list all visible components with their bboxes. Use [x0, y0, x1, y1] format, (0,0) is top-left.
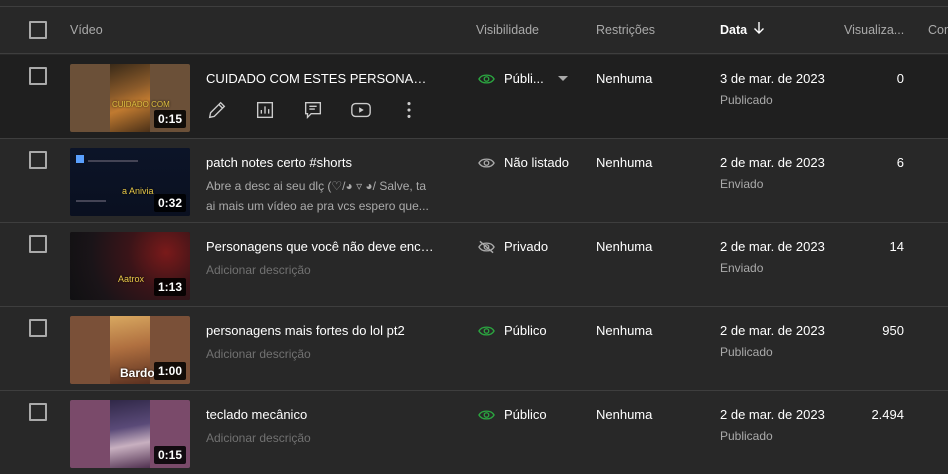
- column-header-date[interactable]: Data: [720, 7, 765, 53]
- video-thumbnail[interactable]: a Anivia 0:32: [70, 148, 190, 216]
- views-count: 6: [896, 155, 904, 170]
- column-header-video: Vídeo: [70, 23, 103, 37]
- sort-down-arrow-icon: [753, 8, 765, 54]
- publish-status: Enviado: [720, 261, 764, 275]
- video-duration: 1:13: [153, 278, 186, 296]
- edit-pencil-icon[interactable]: [206, 98, 254, 122]
- row-checkbox[interactable]: [29, 403, 47, 421]
- column-header-comments[interactable]: Com: [928, 7, 948, 53]
- table-row[interactable]: CUIDADO COM 0:15 CUIDADO COM ESTES PERSO…: [0, 55, 948, 139]
- restrictions-value: Nenhuma: [596, 155, 653, 170]
- date-value: 2 de mar. de 2023: [720, 323, 825, 338]
- add-description-placeholder[interactable]: Adicionar descrição: [206, 344, 436, 364]
- select-all-checkbox[interactable]: [29, 21, 47, 39]
- video-thumbnail[interactable]: Aatrox 1:13: [70, 232, 190, 300]
- add-description-placeholder[interactable]: Adicionar descrição: [206, 260, 436, 280]
- visibility-label: Privado: [504, 239, 549, 254]
- visibility-status[interactable]: Não listado: [478, 154, 569, 172]
- views-count: 0: [896, 71, 904, 86]
- date-value: 2 de mar. de 2023: [720, 239, 825, 254]
- publish-status: Publicado: [720, 93, 773, 107]
- row-checkbox[interactable]: [29, 151, 47, 169]
- analytics-icon[interactable]: [254, 98, 302, 122]
- patch-logo-icon: [76, 155, 84, 163]
- visibility-label: Público: [504, 407, 547, 422]
- video-duration: 0:15: [153, 110, 186, 128]
- column-header-views[interactable]: Visualiza...: [844, 7, 904, 53]
- views-count: 14: [889, 239, 904, 254]
- restrictions-value: Nenhuma: [596, 239, 653, 254]
- column-header-date-label: Data: [720, 23, 748, 37]
- row-checkbox[interactable]: [29, 67, 47, 85]
- restrictions-value: Nenhuma: [596, 407, 653, 422]
- visibility-label: Públi...: [504, 71, 544, 86]
- date-value: 2 de mar. de 2023: [720, 155, 825, 170]
- views-count: 2.494: [871, 407, 904, 422]
- eye-icon: [478, 410, 495, 420]
- video-thumbnail[interactable]: CUIDADO COM 0:15: [70, 64, 190, 132]
- views-count: 950: [882, 323, 904, 338]
- column-header-visibility[interactable]: Visibilidade: [476, 7, 539, 53]
- video-duration: 1:00: [153, 362, 186, 380]
- restrictions-value: Nenhuma: [596, 71, 653, 86]
- publish-status: Publicado: [720, 429, 773, 443]
- visibility-status[interactable]: Privado: [478, 238, 548, 256]
- video-title[interactable]: patch notes certo #shorts: [206, 154, 436, 172]
- visibility-dropdown[interactable]: Públi...: [478, 70, 577, 88]
- chevron-down-icon: [557, 76, 568, 81]
- restrictions-value: Nenhuma: [596, 323, 653, 338]
- eye-off-icon: [478, 240, 495, 254]
- visibility-label: Não listado: [504, 155, 570, 170]
- column-header-restrictions[interactable]: Restrições: [596, 7, 655, 53]
- publish-status: Publicado: [720, 345, 773, 359]
- eye-icon: [478, 326, 495, 336]
- video-title[interactable]: CUIDADO COM ESTES PERSONAGENS...: [206, 70, 436, 88]
- table-row[interactable]: a Anivia 0:32 patch notes certo #shorts …: [0, 139, 948, 223]
- row-checkbox[interactable]: [29, 319, 47, 337]
- eye-icon: [478, 158, 495, 168]
- table-row[interactable]: 0:15 teclado mecânico Adicionar descriçã…: [0, 391, 948, 474]
- video-title[interactable]: personagens mais fortes do lol pt2: [206, 322, 436, 340]
- date-value: 2 de mar. de 2023: [720, 407, 825, 422]
- video-thumbnail[interactable]: 0:15: [70, 400, 190, 468]
- table-row[interactable]: Bardo 1:00 personagens mais fortes do lo…: [0, 307, 948, 391]
- row-checkbox[interactable]: [29, 235, 47, 253]
- add-description-placeholder[interactable]: Adicionar descrição: [206, 428, 436, 448]
- date-value: 3 de mar. de 2023: [720, 71, 825, 86]
- visibility-status[interactable]: Público: [478, 406, 547, 424]
- youtube-play-icon[interactable]: [350, 98, 398, 122]
- video-title[interactable]: teclado mecânico: [206, 406, 436, 424]
- table-header: Vídeo Visibilidade Restrições Data Visua…: [0, 7, 948, 54]
- video-thumbnail[interactable]: Bardo 1:00: [70, 316, 190, 384]
- visibility-label: Público: [504, 323, 547, 338]
- row-actions: [206, 98, 446, 122]
- eye-icon: [478, 74, 495, 84]
- more-options-icon[interactable]: [398, 98, 446, 122]
- video-description: Abre a desc ai seu dlç (♡/◕ ▿ ◕/ Salve, …: [206, 179, 429, 213]
- video-duration: 0:32: [153, 194, 186, 212]
- video-title[interactable]: Personagens que você não deve enco...: [206, 238, 436, 256]
- video-duration: 0:15: [153, 446, 186, 464]
- publish-status: Enviado: [720, 177, 764, 191]
- visibility-status[interactable]: Público: [478, 322, 547, 340]
- table-row[interactable]: Aatrox 1:13 Personagens que você não dev…: [0, 223, 948, 307]
- comments-icon[interactable]: [302, 98, 350, 122]
